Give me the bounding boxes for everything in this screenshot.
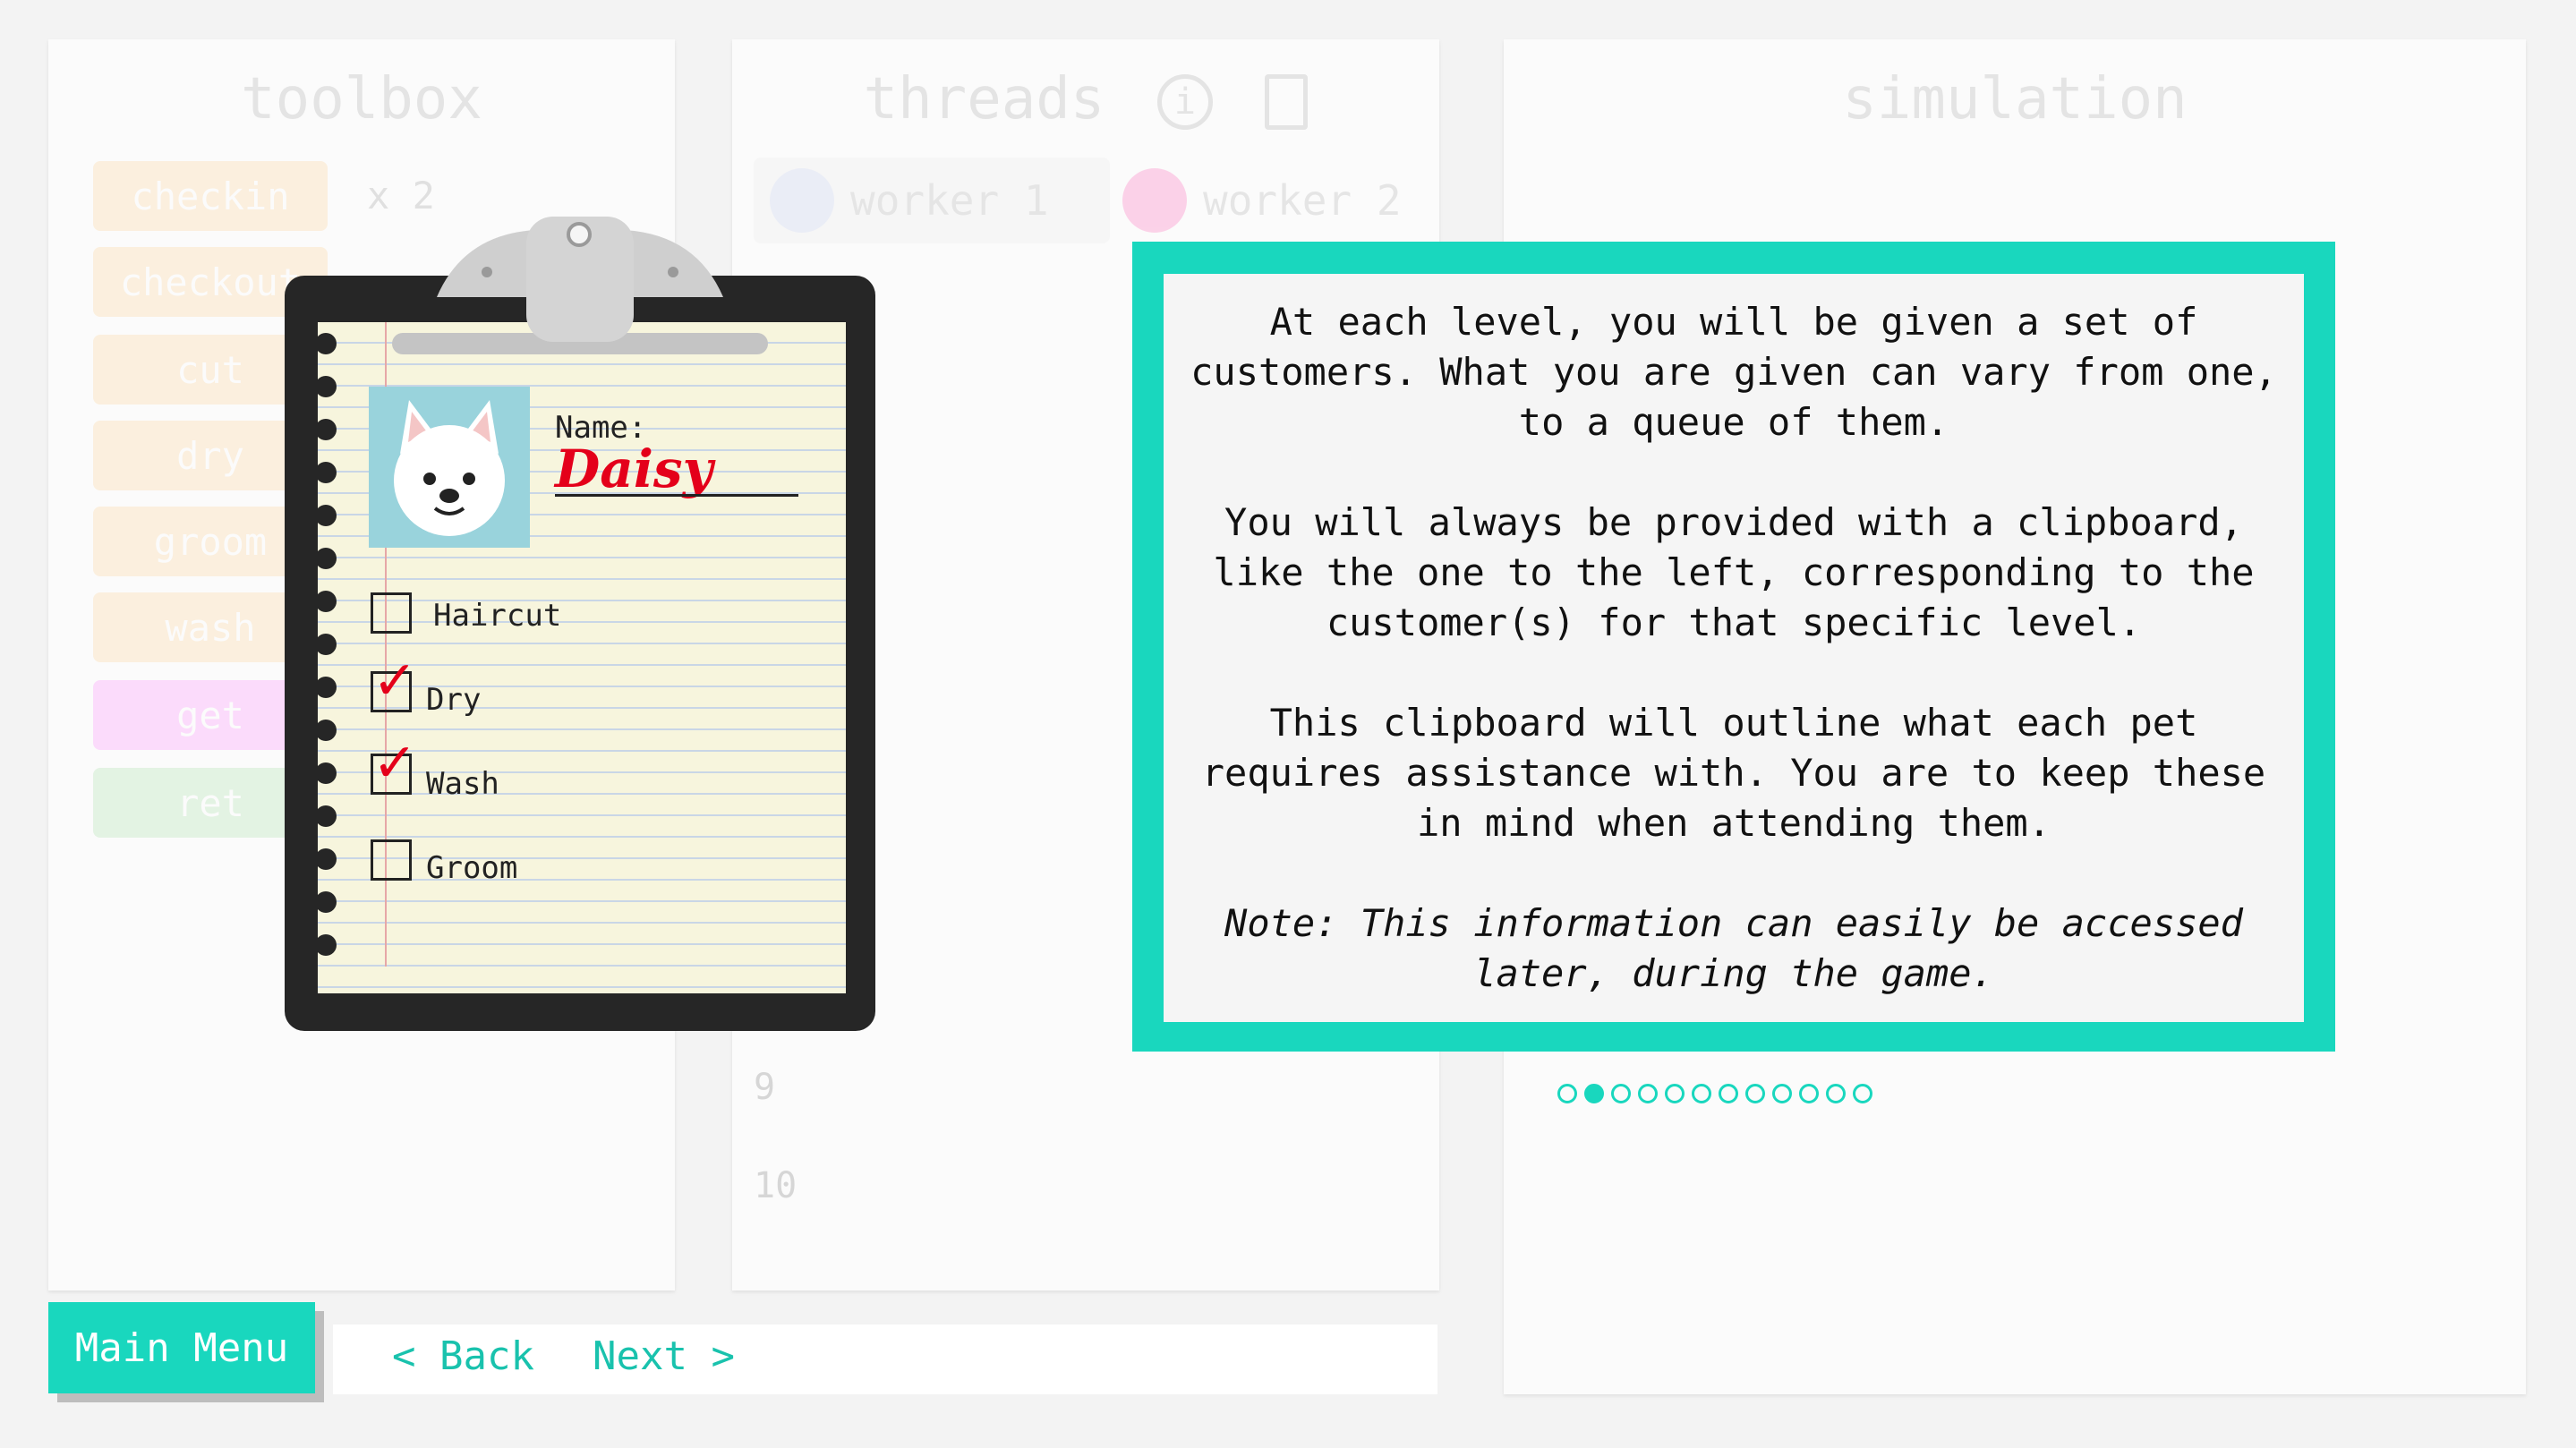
page-dot[interactable] — [1611, 1084, 1631, 1103]
dog-avatar-icon — [369, 387, 530, 548]
worker-avatar-icon — [1122, 168, 1187, 233]
wash-label: Wash — [426, 766, 499, 802]
haircut-checkbox — [371, 592, 412, 634]
next-button[interactable]: Next > — [593, 1333, 735, 1379]
paper-hole — [315, 891, 337, 913]
page-dot[interactable] — [1745, 1084, 1765, 1103]
paper-hole — [315, 462, 337, 483]
groom-label: Groom — [426, 850, 518, 886]
paper-hole — [315, 762, 337, 784]
dry-label: Dry — [426, 682, 482, 718]
check-mark-icon: ✓ — [372, 732, 418, 795]
paper-hole — [315, 419, 337, 440]
paper-hole — [315, 333, 337, 354]
info-icon[interactable]: i — [1156, 74, 1213, 131]
paper-hole — [315, 591, 337, 612]
paper-hole — [315, 505, 337, 526]
groom-checkbox — [371, 839, 412, 881]
simulation-title: simulation — [1842, 66, 2188, 132]
haircut-label: Haircut — [433, 598, 562, 634]
main-menu-button[interactable]: Main Menu — [48, 1302, 315, 1393]
check-mark-icon: ✓ — [372, 650, 418, 712]
back-button[interactable]: < Back — [392, 1333, 534, 1379]
page-dot[interactable] — [1692, 1084, 1711, 1103]
page-dot[interactable] — [1638, 1084, 1658, 1103]
tool-checkin-button[interactable]: checkin — [93, 161, 328, 231]
toolbox-title: toolbox — [241, 66, 482, 132]
paper-hole — [315, 720, 337, 741]
paper-hole — [315, 934, 337, 956]
line-number: 9 — [754, 1067, 776, 1108]
clipboard-clip-icon — [392, 217, 768, 354]
page-dot-active[interactable] — [1584, 1084, 1604, 1103]
line-number: 10 — [754, 1165, 798, 1206]
worker-2-label: worker 2 — [1203, 176, 1402, 225]
paper-hole — [315, 805, 337, 827]
paper-hole — [315, 548, 337, 569]
page-dot[interactable] — [1853, 1084, 1872, 1103]
page-dot[interactable] — [1826, 1084, 1846, 1103]
paper-hole — [315, 677, 337, 698]
dialog-paragraph-3: This clipboard will outline what each pe… — [1201, 701, 2266, 845]
page-dot[interactable] — [1665, 1084, 1685, 1103]
dialog-paragraph-2: You will always be provided with a clipb… — [1213, 500, 2255, 644]
page-dot[interactable] — [1557, 1084, 1577, 1103]
worker-2-tab[interactable]: worker 2 — [1106, 158, 1445, 243]
page-dot[interactable] — [1799, 1084, 1819, 1103]
paper-hole — [315, 848, 337, 870]
paper-hole — [315, 376, 337, 397]
pagination-dots — [1557, 1084, 1872, 1103]
page-dot[interactable] — [1719, 1084, 1738, 1103]
dialog-paragraph-1: At each level, you will be given a set o… — [1190, 300, 2277, 444]
name-underline — [555, 494, 798, 497]
page-dot[interactable] — [1772, 1084, 1792, 1103]
paper-hole — [315, 634, 337, 655]
clipboard-name-value: Daisy — [555, 439, 713, 499]
dialog-note: Note: This information can easily be acc… — [1224, 901, 2243, 995]
threads-title-text: threads — [863, 66, 1105, 132]
worker-1-tab[interactable]: worker 1 — [754, 158, 1110, 243]
worker-avatar-icon — [770, 168, 834, 233]
threads-title: threads i — [732, 66, 1439, 132]
notes-icon[interactable] — [1265, 74, 1309, 131]
worker-1-label: worker 1 — [850, 176, 1049, 225]
